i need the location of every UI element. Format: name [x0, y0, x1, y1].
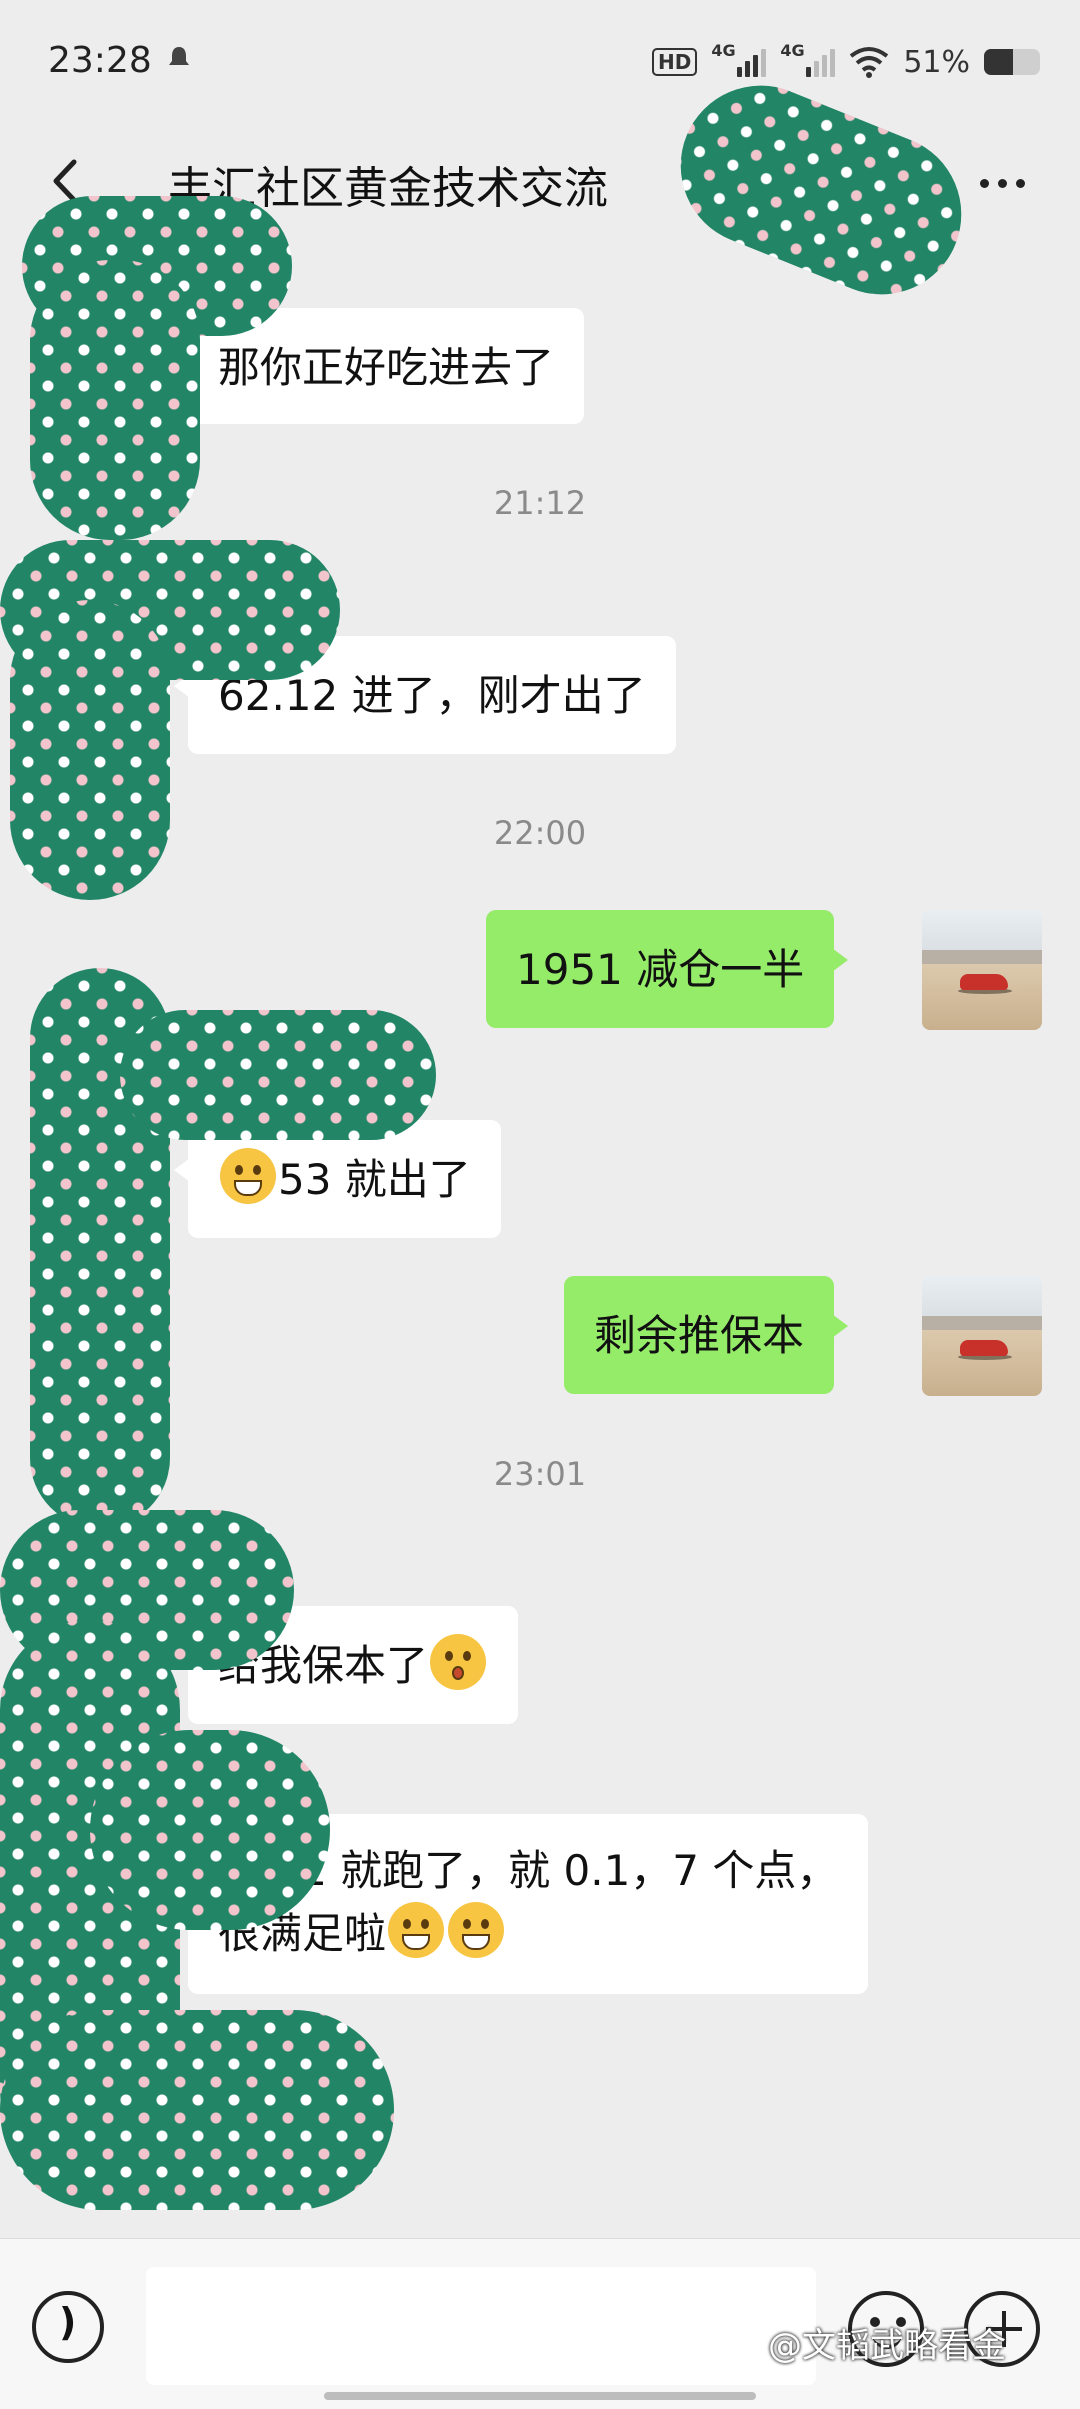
- notification-icon: [169, 47, 189, 65]
- status-bar: 23:28 HD 4G 4G 51%: [0, 0, 1080, 128]
- voice-icon[interactable]: [32, 2291, 104, 2363]
- privacy-mask: [90, 1730, 330, 1930]
- grimace-emoji-icon: [220, 1148, 276, 1204]
- message-text: 那你正好吃进去了: [218, 343, 555, 392]
- wifi-icon: [850, 47, 889, 78]
- grin-emoji-icon: [388, 1902, 445, 1958]
- message-bubble-outgoing[interactable]: 剩余推保本: [564, 1276, 849, 1394]
- message-text: 1951 减仓一半: [516, 945, 805, 994]
- grin-emoji-icon: [448, 1902, 505, 1958]
- privacy-mask: [30, 260, 200, 540]
- privacy-mask: [0, 2010, 394, 2210]
- privacy-mask: [120, 1010, 436, 1140]
- status-indicators: HD 4G 4G 51%: [651, 40, 1040, 84]
- status-time: 23:28: [48, 40, 152, 81]
- blush-emoji-icon: [430, 1634, 487, 1690]
- message-input[interactable]: [146, 2267, 816, 2385]
- message-text: 53 就出了: [278, 1155, 471, 1204]
- signal-4g-icon-2: 4G: [780, 41, 836, 77]
- watermark: @文韬武略看金: [768, 2326, 1006, 2366]
- home-indicator[interactable]: [324, 2392, 756, 2400]
- more-options-icon[interactable]: [980, 158, 1040, 208]
- message-text: 剩余推保本: [594, 1311, 805, 1360]
- signal-4g-icon: 4G: [711, 41, 767, 77]
- battery-percent: 51%: [903, 44, 970, 80]
- message-bubble-outgoing[interactable]: 1951 减仓一半: [486, 910, 849, 1028]
- my-avatar[interactable]: [922, 1276, 1042, 1396]
- hd-badge: HD: [651, 48, 698, 76]
- battery-icon: [984, 49, 1040, 75]
- privacy-mask: [10, 600, 170, 900]
- my-avatar[interactable]: [922, 910, 1042, 1030]
